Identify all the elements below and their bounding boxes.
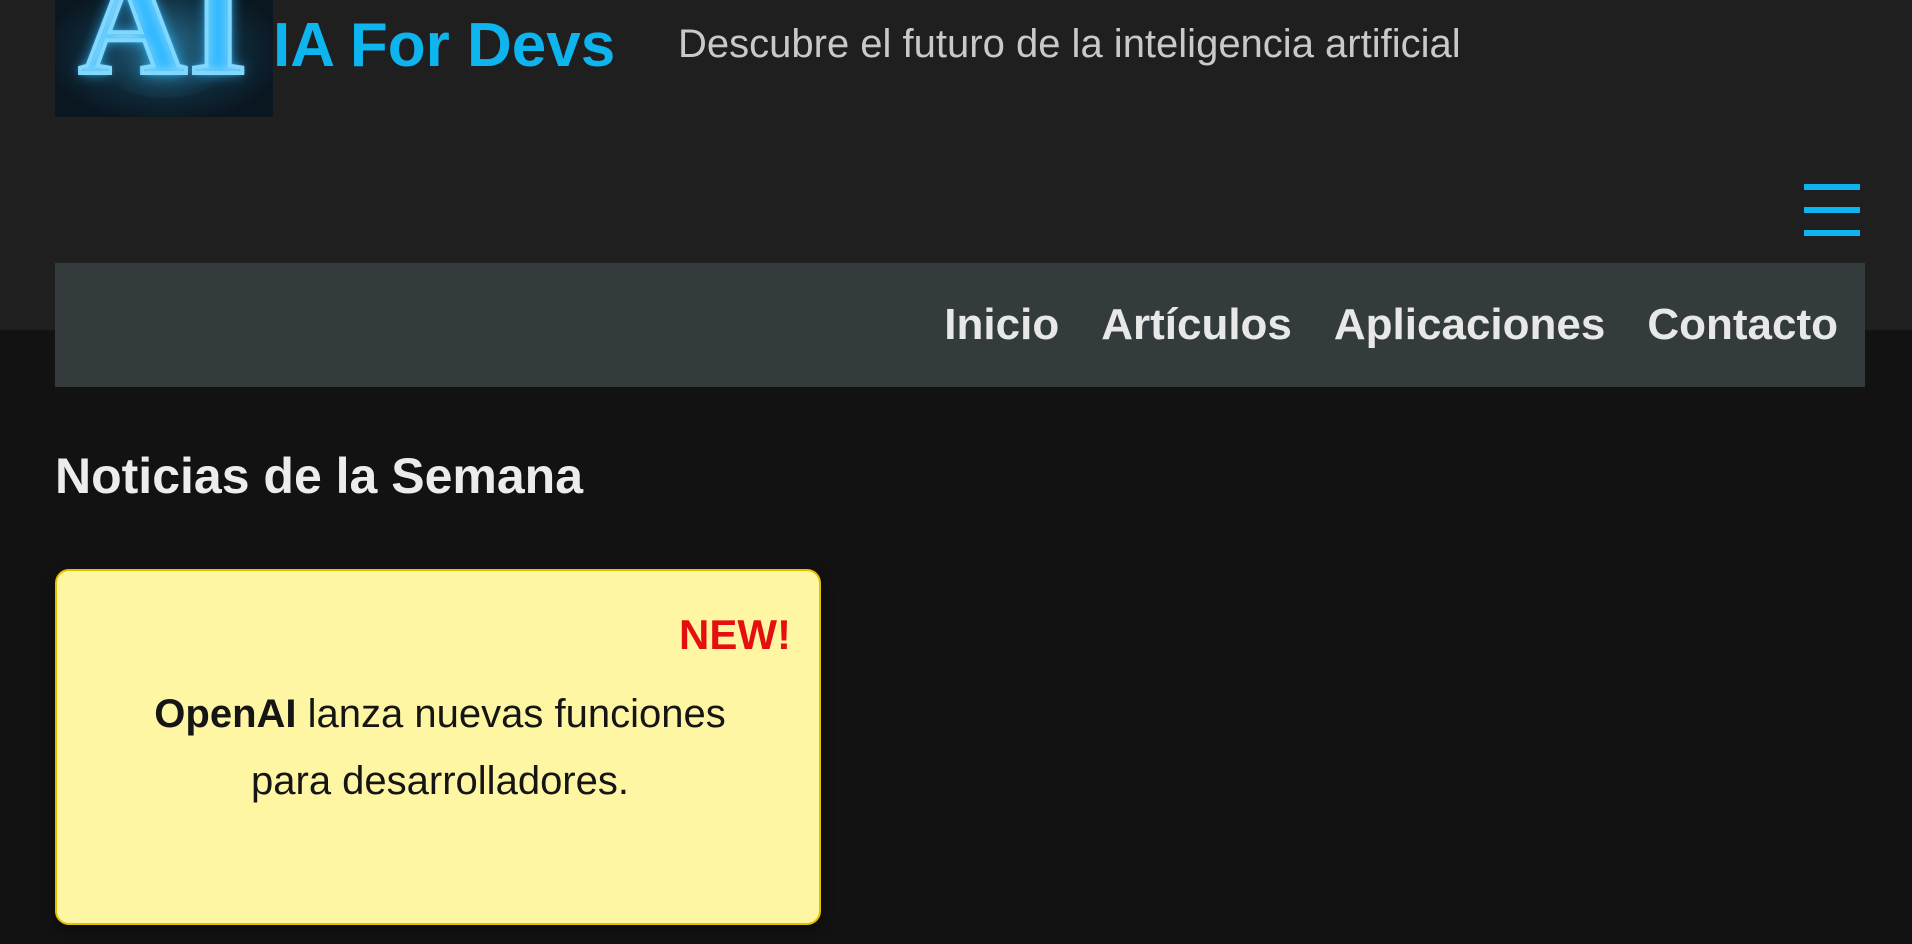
site-tagline: Descubre el futuro de la inteligencia ar… bbox=[678, 22, 1461, 66]
hamburger-menu-icon bbox=[1804, 230, 1860, 236]
nav-item-contacto: Contacto bbox=[1647, 300, 1838, 350]
news-headline-company: OpenAI bbox=[154, 692, 297, 736]
logo-text: AI bbox=[77, 0, 250, 106]
nav-link-articulos[interactable]: Artículos bbox=[1101, 300, 1292, 349]
hamburger-menu-icon bbox=[1804, 207, 1860, 213]
ai-logo-icon[interactable]: AI bbox=[55, 0, 273, 117]
nav-link-contacto[interactable]: Contacto bbox=[1647, 300, 1838, 349]
news-card[interactable]: NEW! OpenAI lanza nuevas funciones para … bbox=[55, 569, 821, 925]
main-navigation: Inicio Artículos Aplicaciones Contacto bbox=[55, 263, 1865, 387]
news-headline-text: lanza nuevas funciones para desarrollado… bbox=[251, 692, 726, 803]
hamburger-menu-icon bbox=[1804, 184, 1860, 190]
nav-list: Inicio Artículos Aplicaciones Contacto bbox=[944, 263, 1838, 387]
site-title[interactable]: IA For Devs bbox=[273, 10, 615, 82]
nav-item-inicio: Inicio bbox=[944, 300, 1059, 350]
nav-link-aplicaciones[interactable]: Aplicaciones bbox=[1334, 300, 1605, 349]
section-title: Noticias de la Semana bbox=[55, 448, 584, 504]
nav-link-inicio[interactable]: Inicio bbox=[944, 300, 1059, 349]
nav-item-articulos: Artículos bbox=[1101, 300, 1292, 350]
news-headline: OpenAI lanza nuevas funciones para desar… bbox=[117, 681, 763, 815]
new-badge: NEW! bbox=[679, 611, 791, 658]
hamburger-menu-button[interactable] bbox=[1802, 178, 1862, 242]
nav-item-aplicaciones: Aplicaciones bbox=[1334, 300, 1605, 350]
